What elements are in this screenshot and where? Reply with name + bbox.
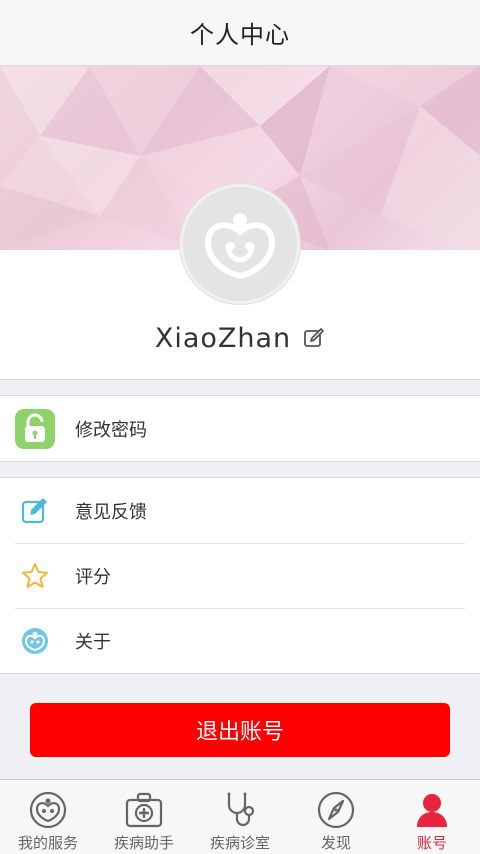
tab-discover-label: 发现 — [320, 834, 351, 852]
misc-group: 意见反馈 评分 关于 — [0, 477, 480, 674]
feedback-row[interactable]: 意见反馈 — [0, 478, 480, 543]
username: XiaoZhan — [154, 322, 292, 354]
change-password-label: 修改密码 — [75, 419, 147, 441]
security-group: 修改密码 — [0, 395, 480, 462]
page-title: 个人中心 — [190, 21, 290, 49]
tab-my-services[interactable]: 我的服务 — [0, 780, 96, 854]
rate-label: 评分 — [75, 566, 111, 588]
tab-bar: 我的服务 疾病助手 疾病诊室 发现 账号 — [0, 779, 480, 854]
feedback-label: 意见反馈 — [75, 501, 147, 523]
avatar[interactable] — [180, 184, 300, 304]
tab-disease-clinic[interactable]: 疾病诊室 — [192, 780, 288, 854]
tab-account[interactable]: 账号 — [384, 780, 480, 854]
lock-icon — [15, 408, 55, 449]
about-row[interactable]: 关于 — [0, 608, 480, 673]
edit-name-icon[interactable] — [303, 327, 325, 349]
tab-my-services-label: 我的服务 — [17, 834, 78, 852]
tab-account-label: 账号 — [416, 834, 447, 852]
tab-disease-assistant[interactable]: 疾病助手 — [96, 780, 192, 854]
user-icon — [412, 790, 452, 830]
nav-bar: 个人中心 — [0, 0, 480, 66]
rate-row[interactable]: 评分 — [0, 543, 480, 608]
about-label: 关于 — [75, 631, 111, 653]
compass-icon — [316, 790, 356, 830]
username-row: XiaoZhan — [0, 316, 480, 360]
app-logo-icon — [15, 621, 55, 661]
change-password-row[interactable]: 修改密码 — [0, 396, 480, 461]
stethoscope-icon — [220, 790, 260, 830]
service-logo-icon — [28, 790, 68, 830]
logout-button[interactable]: 退出账号 — [30, 703, 450, 757]
profile-section: XiaoZhan — [0, 66, 480, 380]
feedback-edit-icon — [15, 491, 55, 531]
star-icon — [15, 556, 55, 596]
tab-discover[interactable]: 发现 — [288, 780, 384, 854]
app-logo-icon — [204, 213, 276, 280]
tab-disease-assistant-label: 疾病助手 — [113, 834, 174, 852]
medical-kit-icon — [124, 790, 164, 830]
tab-disease-clinic-label: 疾病诊室 — [209, 834, 270, 852]
